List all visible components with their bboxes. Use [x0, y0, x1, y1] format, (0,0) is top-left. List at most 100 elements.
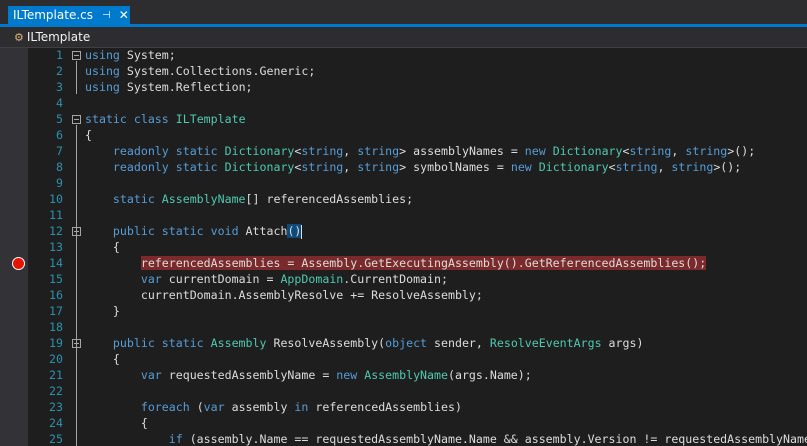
collapse-icon[interactable] [72, 115, 81, 124]
code-line[interactable]: 10 static AssemblyName[] referencedAssem… [28, 192, 807, 206]
line-number: 7 [56, 144, 63, 158]
code-line[interactable]: 5 static class ILTemplate [28, 112, 807, 126]
code-line[interactable]: 12 public static void Attach() [28, 224, 807, 238]
code-token: public static [85, 336, 211, 350]
code-line[interactable]: 23 foreach (var assembly in referencedAs… [28, 400, 807, 414]
code-token: AppDomain [280, 272, 344, 286]
code-line[interactable]: 25 if (assembly.Name == requestedAssembl… [28, 432, 807, 446]
code-text: using System; [85, 48, 176, 62]
code-token: { [85, 416, 148, 430]
code-token: var [203, 400, 232, 414]
line-number: 3 [56, 80, 63, 94]
code-line[interactable]: 15 var currentDomain = AppDomain.Current… [28, 272, 807, 286]
code-token: ResolveAssembly( [266, 336, 386, 350]
code-line[interactable]: 4 [28, 96, 807, 110]
code-token: >(); [713, 160, 742, 174]
code-token: Assembly [210, 336, 267, 350]
line-number: 13 [49, 240, 63, 254]
pin-icon[interactable]: ⊣ [102, 10, 111, 21]
code-token: readonly static [85, 160, 225, 174]
code-token: } [85, 304, 120, 318]
code-token: static class [85, 112, 176, 126]
code-token: requestedAssemblyName = [168, 368, 337, 382]
code-editor[interactable]: 1 using System; 2 using System.Collections.… [28, 48, 807, 446]
line-number: 15 [49, 272, 63, 286]
code-token: static [85, 192, 162, 206]
code-line[interactable]: 13 { [28, 240, 807, 254]
code-token: string [357, 144, 400, 158]
collapse-icon[interactable] [72, 51, 81, 60]
code-text: static class ILTemplate [85, 112, 246, 126]
code-line[interactable]: 24 { [28, 416, 807, 430]
code-line[interactable]: 11 [28, 208, 807, 222]
line-number: 14 [49, 256, 63, 270]
breakpoint-icon[interactable] [12, 257, 25, 270]
code-line[interactable]: 16 currentDomain.AssemblyResolve += Reso… [28, 288, 807, 302]
code-line[interactable]: 6{ [28, 128, 807, 142]
code-token: { [85, 128, 92, 142]
code-line[interactable]: 1 using System; [28, 48, 807, 62]
code-token: , [671, 144, 686, 158]
line-number: 19 [49, 336, 63, 350]
code-token: string [629, 144, 672, 158]
breakpoint-margin[interactable] [0, 48, 28, 446]
line-number: 21 [49, 368, 63, 382]
code-token: using [85, 48, 120, 62]
line-number: 23 [49, 400, 63, 414]
line-number: 6 [56, 128, 63, 142]
code-token: () [287, 224, 302, 238]
code-line[interactable]: 7 readonly static Dictionary<string, str… [28, 144, 807, 158]
code-text: { [85, 416, 148, 430]
code-line[interactable]: 21 var requestedAssemblyName = new Assem… [28, 368, 807, 382]
code-token: > assemblyNames = [399, 144, 525, 158]
line-number: 18 [49, 320, 63, 334]
tab-iltemplate-cs[interactable]: ILTemplate.cs ⊣ ✕ [8, 6, 130, 24]
line-number: 2 [56, 64, 63, 78]
code-token: AssemblyName [364, 368, 448, 382]
code-token: new [336, 368, 365, 382]
code-text: foreach (var assembly in referencedAssem… [85, 400, 462, 414]
code-token: var [85, 368, 169, 382]
code-token: new [510, 160, 539, 174]
line-number: 8 [56, 160, 63, 174]
code-text: referencedAssemblies = Assembly.GetExecu… [85, 256, 707, 270]
code-token: readonly static [85, 144, 225, 158]
code-token: , [657, 160, 672, 174]
line-number: 5 [56, 112, 63, 126]
code-line[interactable]: 18 [28, 320, 807, 334]
code-token: string [685, 144, 728, 158]
code-token: string [301, 160, 344, 174]
code-token: string [671, 160, 714, 174]
line-number: 4 [56, 96, 63, 110]
code-line[interactable]: 17 } [28, 304, 807, 318]
collapse-icon[interactable] [72, 227, 81, 236]
text-caret [301, 225, 302, 239]
code-token: , [343, 160, 358, 174]
code-line[interactable]: 2 using System.Collections.Generic; [28, 64, 807, 78]
close-icon[interactable]: ✕ [119, 8, 129, 22]
code-line[interactable]: 14 referencedAssemblies = Assembly.GetEx… [28, 256, 807, 270]
code-line[interactable]: 19 public static Assembly ResolveAssembl… [28, 336, 807, 350]
code-text: readonly static Dictionary<string, strin… [85, 144, 755, 158]
code-token: currentDomain.AssemblyResolve += Resolve… [85, 288, 483, 302]
code-token: < [622, 144, 630, 158]
code-text: { [85, 240, 120, 254]
code-token: Dictionary [224, 144, 295, 158]
navigation-bar[interactable]: ⚙ ILTemplate [0, 27, 807, 48]
code-text: var requestedAssemblyName = new Assembly… [85, 368, 532, 382]
code-text: { [85, 128, 92, 142]
code-line[interactable]: 22 [28, 384, 807, 398]
line-number: 10 [49, 192, 63, 206]
line-number: 17 [49, 304, 63, 318]
code-line[interactable]: 8 readonly static Dictionary<string, str… [28, 160, 807, 174]
code-line[interactable]: 20 { [28, 352, 807, 366]
code-line[interactable]: 9 [28, 176, 807, 190]
code-token: using [85, 64, 120, 78]
code-token: ILTemplate [175, 112, 246, 126]
code-line[interactable]: 3 using System.Reflection; [28, 80, 807, 94]
code-text: using System.Reflection; [85, 80, 253, 94]
code-text: using System.Collections.Generic; [85, 64, 315, 78]
code-text: public static void Attach() [85, 224, 302, 238]
collapse-icon[interactable] [72, 339, 81, 348]
class-dropdown[interactable]: ILTemplate [27, 30, 90, 44]
